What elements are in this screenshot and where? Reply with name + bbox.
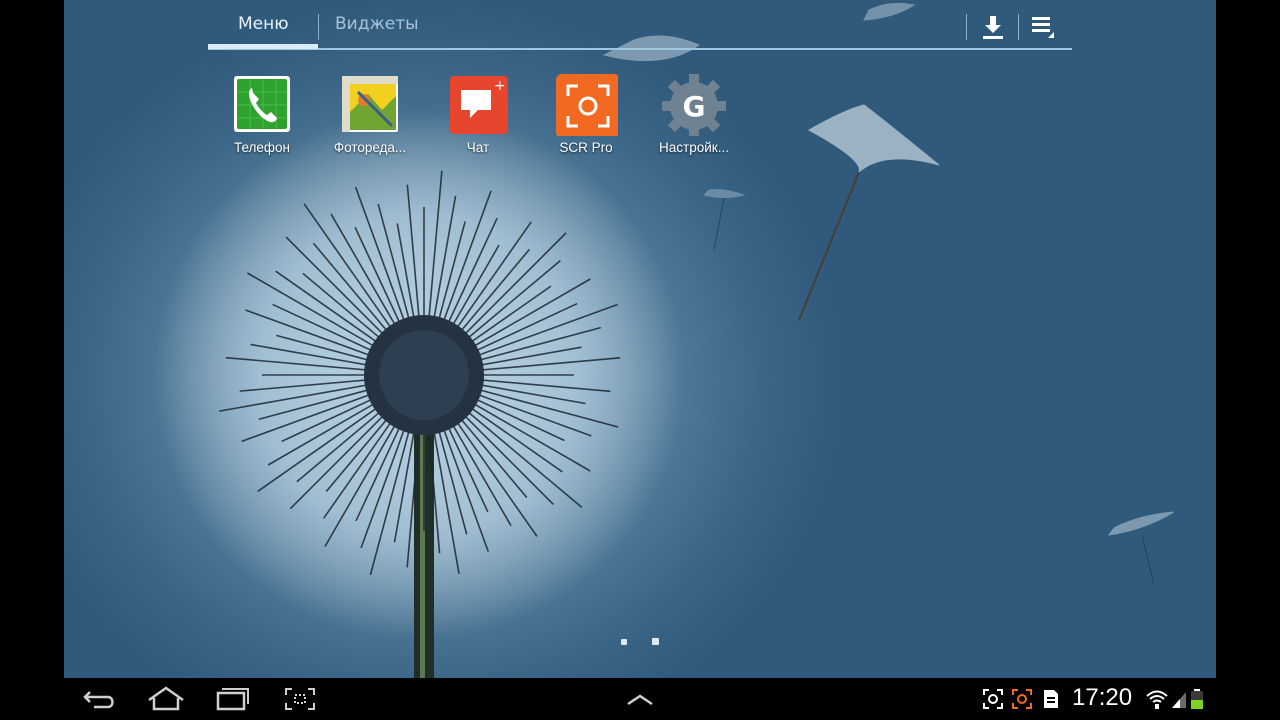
app-phone[interactable]: Телефон [208,72,316,155]
screenshot-icon[interactable] [280,686,320,712]
phone-icon [230,72,294,136]
battery-icon [1190,688,1204,714]
svg-text:+: + [494,78,506,94]
home-icon[interactable] [146,686,186,712]
active-tab-indicator [208,44,318,49]
overflow-menu-icon[interactable] [1028,12,1058,42]
screen-capture-icon [982,688,1004,714]
photo-editor-icon [338,72,402,136]
tab-separator [1018,14,1019,40]
launcher-tab-bar: Меню Виджеты [208,6,1072,50]
chevron-up-icon[interactable] [620,686,660,712]
app-label: Чат [466,140,490,155]
system-bar: 17:20 [64,678,1216,720]
recent-apps-icon[interactable] [212,686,252,712]
app-chat[interactable]: + Чат [424,72,532,155]
tab-menu[interactable]: Меню [238,14,289,34]
wifi-icon [1146,688,1168,714]
app-google-settings[interactable]: G Настройк... [640,72,748,155]
page-dot-active[interactable] [652,638,659,645]
app-scr-pro[interactable]: SCR Pro [532,72,640,155]
back-icon[interactable] [80,686,120,712]
chat-icon: + [446,72,510,136]
tab-bar-divider [208,48,1072,50]
signal-icon [1170,688,1188,714]
screen-recorder-icon [554,72,620,138]
home-screen: Меню Виджеты Телефон Фоторедa... + Чат S… [64,0,1216,678]
tab-separator [966,14,967,40]
app-label: Фоторедa... [333,140,407,155]
sd-card-icon [1042,688,1060,714]
tab-separator [318,14,319,40]
status-clock: 17:20 [1072,684,1133,711]
svg-text:G: G [683,90,706,123]
tab-widgets[interactable]: Виджеты [335,14,419,34]
download-icon[interactable] [978,12,1008,42]
google-settings-icon: G [662,72,726,138]
app-label: Телефон [233,140,290,155]
app-label: Настройк... [659,140,729,155]
app-photo-editor[interactable]: Фоторедa... [316,72,424,155]
page-dot[interactable] [621,639,627,645]
app-label: SCR Pro [559,140,613,155]
screen-recorder-status-icon [1011,688,1033,714]
